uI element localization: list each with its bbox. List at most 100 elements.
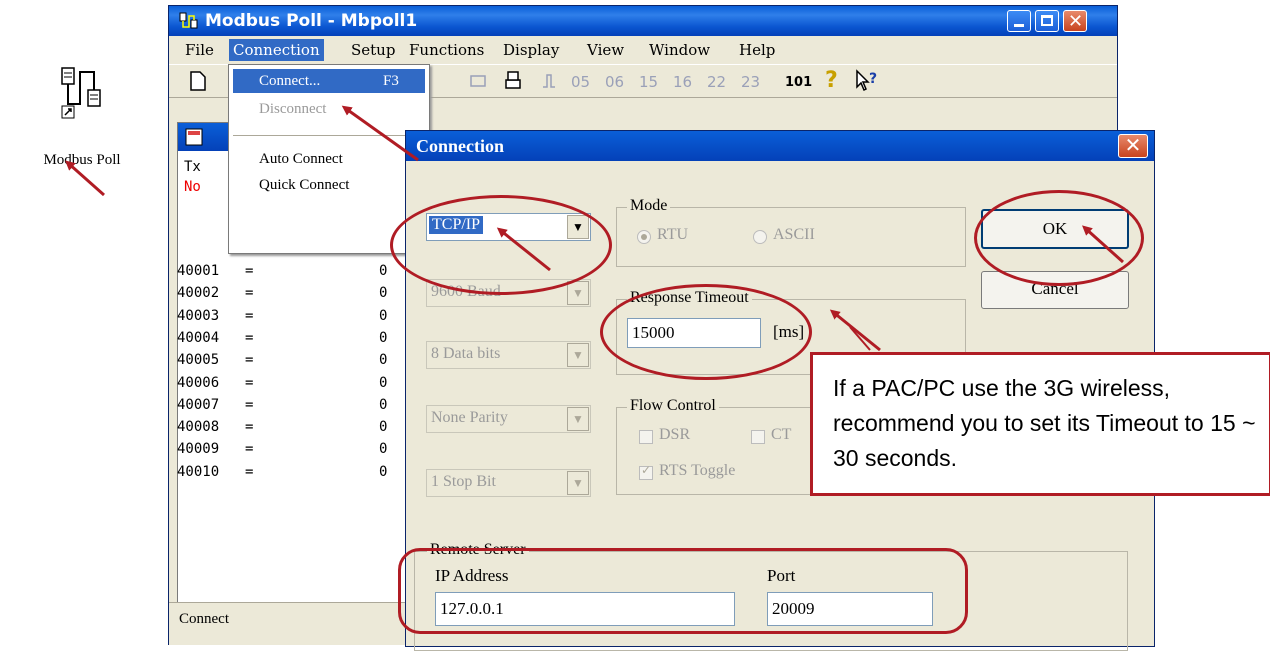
menu-display[interactable]: Display [503,41,559,59]
callout-text: If a PAC/PC use the 3G wireless, recomme… [833,375,1256,471]
minimize-button[interactable] [1007,10,1031,32]
register-equals: = [245,329,254,346]
stop-bit-select[interactable]: 1 Stop Bit ▼ [426,469,591,497]
register-equals: = [245,307,254,324]
register-value: 0 [379,263,388,279]
register-equals: = [245,285,254,302]
register-value: 0 [379,463,388,480]
cts-checkbox[interactable] [751,430,765,444]
cts-label: CT [771,426,792,443]
context-help-icon[interactable]: ? [855,69,881,93]
menu-item-disconnect[interactable]: Disconnect [259,101,326,118]
register-value: 0 [379,396,388,413]
register-address: 40009 [177,441,220,458]
parity-select[interactable]: None Parity ▼ [426,405,591,433]
dsr-checkbox[interactable] [639,430,653,444]
pulse-icon[interactable] [541,71,557,91]
dialog-close-button[interactable]: ✕ [1118,134,1148,158]
print-icon[interactable] [503,70,523,92]
maximize-icon [1041,15,1053,26]
menu-view[interactable]: View [587,41,624,59]
menu-item-auto-connect[interactable]: Auto Connect [259,151,343,168]
dialog-title: Connection [416,136,505,156]
modbus-poll-app-icon [61,67,101,119]
register-row[interactable]: 40001 = 0 [177,263,387,279]
fc-15-button[interactable]: 15 [639,73,658,91]
ascii-label: ASCII [773,226,815,243]
parity-value: None Parity [431,409,508,426]
menu-connection[interactable]: Connection [229,39,324,61]
menu-functions[interactable]: Functions [409,41,484,59]
app-icon [179,12,198,29]
register-row[interactable]: 40006 = 0 [177,374,387,391]
register-address: 40004 [177,329,220,346]
register-address: 40008 [177,419,220,436]
connection-status-text: No [184,179,201,195]
register-address: 40007 [177,396,220,413]
close-icon: ✕ [1068,11,1084,32]
register-row[interactable]: 40010 = 0 [177,464,387,480]
rts-toggle-checkbox[interactable]: ✓ [639,463,653,480]
register-list: 40001 = 0 40002 = 0 40003 = 0 40004 = 0 40005 = 0 40006… [177,263,407,583]
dialog-title-bar[interactable]: Connection ✕ [406,131,1154,161]
main-window-title: Modbus Poll - Mbpoll1 [205,11,418,31]
close-button[interactable]: ✕ [1063,10,1087,32]
svg-text:?: ? [869,71,877,87]
stop-bit-value: 1 Stop Bit [431,473,496,490]
register-row[interactable]: 40003 = 0 [177,307,387,324]
read-icon[interactable] [469,71,487,91]
tx-label: Tx [184,159,201,175]
fc-101-button[interactable]: 101 [785,75,812,90]
register-address: 40006 [177,374,220,391]
data-bits-select[interactable]: 8 Data bits ▼ [426,341,591,369]
chevron-down-icon[interactable]: ▼ [567,471,589,495]
register-value: 0 [379,307,388,324]
register-row[interactable]: 40005 = 0 [177,352,387,369]
checkmark-icon: ✓ [641,463,652,477]
menu-item-quick-connect[interactable]: Quick Connect [259,177,349,194]
chevron-down-icon[interactable]: ▼ [567,407,589,431]
minimize-icon [1014,24,1024,27]
fc-23-button[interactable]: 23 [741,73,760,91]
modbus-poll-desktop-icon[interactable]: Modbus Poll [22,64,142,174]
menu-setup[interactable]: Setup [351,41,395,59]
register-row[interactable]: 40004 = 0 [177,329,387,346]
mode-group: Mode RTU ASCII [616,197,966,267]
maximize-button[interactable] [1035,10,1059,32]
dsr-label: DSR [659,426,691,443]
chevron-down-icon[interactable]: ▼ [567,281,589,305]
register-row[interactable]: 40002 = 0 [177,285,387,301]
register-address: 40003 [177,307,220,324]
main-title-bar[interactable]: Modbus Poll - Mbpoll1 ✕ [169,6,1117,36]
register-row[interactable]: 40009 = 0 [177,441,387,458]
annotation-ellipse-connection-type [390,195,612,295]
register-equals: = [245,263,254,279]
menu-file[interactable]: File [185,41,214,59]
fc-16-button[interactable]: 16 [673,73,692,91]
menu-separator [233,135,425,136]
help-icon[interactable]: ? [825,68,838,93]
register-equals: = [245,374,254,391]
menu-item-connect[interactable]: Connect... F3 [233,69,425,93]
ascii-radio[interactable] [753,230,767,244]
chevron-down-icon[interactable]: ▼ [567,343,589,367]
register-address: 40001 [177,263,220,279]
register-value: 0 [379,419,388,436]
mode-label: Mode [627,197,671,215]
register-row[interactable]: 40008 = 0 [177,419,387,436]
fc-05-button[interactable]: 05 [571,73,590,91]
new-document-icon[interactable] [189,71,207,91]
annotation-ellipse-ok [974,190,1144,286]
register-address: 40005 [177,352,220,369]
menu-window[interactable]: Window [649,41,710,59]
rtu-label: RTU [657,226,689,243]
register-row[interactable]: 40007 = 0 [177,396,387,413]
fc-06-button[interactable]: 06 [605,73,624,91]
rts-toggle-label: RTS Toggle [659,462,736,479]
rtu-radio[interactable] [637,230,651,244]
register-value: 0 [379,352,388,369]
fc-22-button[interactable]: 22 [707,73,726,91]
register-equals: = [245,396,254,413]
menu-help[interactable]: Help [739,41,775,59]
menu-bar: File Connection Setup Functions Display … [169,36,1117,64]
